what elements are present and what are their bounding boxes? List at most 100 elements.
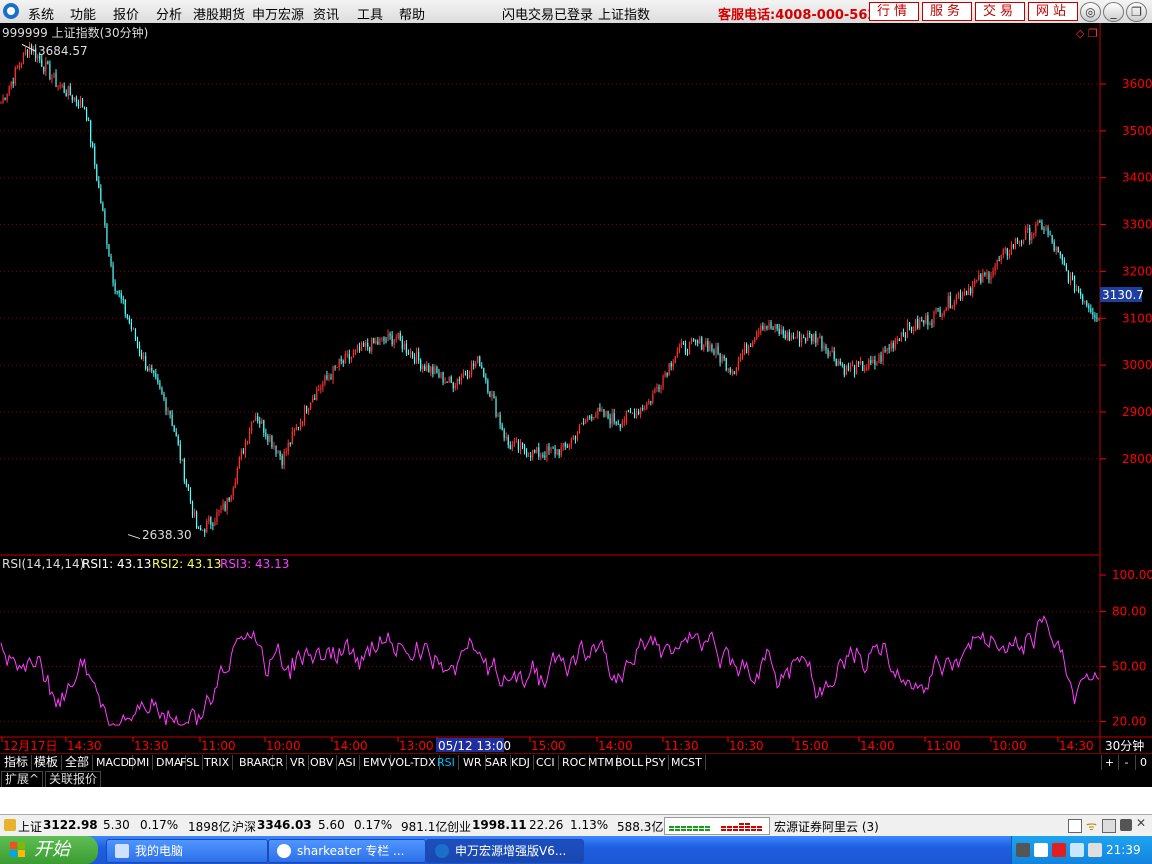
candle-body [1020, 241, 1023, 243]
candle-body [949, 296, 951, 309]
candle-body [892, 342, 894, 349]
candle-body [1088, 305, 1090, 309]
cy-price: 1998.11 [472, 818, 527, 832]
menu-hk-futures[interactable]: 港股期货 [193, 4, 245, 23]
menu-quote[interactable]: 报价 [113, 4, 139, 23]
candle-body [489, 391, 491, 397]
expand-tab[interactable]: 扩展^ [1, 771, 44, 788]
candle-body [240, 450, 242, 458]
indicator-tab-指标[interactable]: 指标 [1, 755, 33, 770]
lock-icon[interactable] [1102, 819, 1116, 833]
sh-change: 5.30 [103, 818, 130, 832]
chart-canvas[interactable]: 999999 上证指数(30分钟) ◇ ❐ 3684.57 2638.30 36… [0, 23, 1152, 753]
indicator-tab-sar[interactable]: SAR [482, 755, 512, 770]
menu-system[interactable]: 系统 [28, 4, 54, 23]
candle-body [562, 443, 564, 447]
keyboard-tray-icon[interactable] [1016, 843, 1030, 857]
minimize-icon[interactable]: _ [1103, 2, 1124, 22]
zoom-in-button[interactable]: + [1101, 755, 1117, 770]
indicator-tab-psy[interactable]: PSY [642, 755, 670, 770]
options-icon[interactable]: ◎ [1080, 2, 1101, 22]
candle-body [385, 340, 387, 342]
menu-tools[interactable]: 工具 [357, 4, 383, 23]
menu-analysis[interactable]: 分析 [156, 4, 182, 23]
candle-body [855, 361, 858, 375]
indicator-tab-全部[interactable]: 全部 [62, 755, 94, 770]
candle-body [193, 511, 196, 516]
candle-body [16, 67, 18, 69]
indicator-tab-obv[interactable]: OBV [307, 755, 338, 770]
menu-function[interactable]: 功能 [70, 4, 96, 23]
indicator-tab-rsi[interactable]: RSI [434, 755, 459, 770]
statusbar-close-icon[interactable]: ✕ [1136, 816, 1146, 830]
candle-body [1018, 241, 1021, 244]
service-button[interactable]: 服务 [922, 2, 972, 21]
candle-body [880, 354, 882, 362]
network-tray-icon[interactable] [1052, 843, 1066, 857]
candle-body [326, 375, 328, 379]
candle-body [446, 381, 448, 383]
candle-body [65, 92, 67, 97]
app-icon [435, 844, 449, 858]
cy-change: 22.26 [529, 818, 564, 832]
trade-button[interactable]: 交易 [975, 2, 1025, 21]
candle-body [874, 360, 876, 365]
related-quotes-tab[interactable]: 关联报价 [45, 771, 102, 788]
candle-body [603, 409, 605, 417]
indicator-tab-kdj[interactable]: KDJ [508, 755, 534, 770]
zoom-reset-button[interactable]: 0 [1135, 755, 1151, 770]
candle-body [195, 511, 198, 528]
volume-tray-icon[interactable] [1088, 843, 1102, 857]
menu-help[interactable]: 帮助 [399, 4, 425, 23]
task-swhy-app[interactable]: 申万宏源增强版V6... [426, 839, 584, 863]
website-button[interactable]: 网站 [1028, 2, 1078, 21]
panel-toggle-icon[interactable] [1068, 819, 1082, 833]
candle-body [839, 361, 841, 365]
quotes-button[interactable]: 行情 [869, 2, 919, 21]
candle-body [226, 498, 228, 511]
task-label: 申万宏源增强版V6... [455, 844, 567, 858]
app-logo-icon[interactable] [3, 3, 19, 19]
candle-body [259, 421, 261, 424]
candle-body [1059, 252, 1061, 255]
zoom-out-button[interactable]: - [1118, 755, 1134, 770]
antivirus-tray-icon[interactable] [1034, 843, 1048, 857]
candle-body [523, 445, 526, 452]
candle-body [772, 328, 774, 330]
task-browser[interactable]: sharkeater 专栏 ... [268, 839, 426, 863]
candle-body [448, 376, 450, 383]
signal-icon[interactable]: ᯤ [1086, 817, 1097, 834]
candle-body [159, 382, 161, 389]
indicator-tab-模板[interactable]: 模板 [31, 755, 63, 770]
candle-body [340, 359, 342, 362]
menu-swhy[interactable]: 申万宏源 [252, 4, 304, 23]
broker-server[interactable]: 宏源证券阿里云 (3) [774, 818, 879, 835]
indicator-tab-dmi[interactable]: DMI [125, 755, 154, 770]
indicator-tab-fsl[interactable]: FSL [177, 755, 204, 770]
indicator-tab-asi[interactable]: ASI [335, 755, 360, 770]
indicator-tab-vr[interactable]: VR [287, 755, 310, 770]
time-axis-label: 11:30 [664, 739, 699, 753]
time-axis-label: 15:00 [531, 739, 566, 753]
restore-icon[interactable]: ❐ [1126, 2, 1147, 22]
menu-info[interactable]: 资讯 [313, 4, 339, 23]
candle-body [108, 244, 110, 257]
candle-body [593, 417, 595, 419]
candle-body [831, 350, 833, 353]
task-my-computer[interactable]: 我的电脑 [106, 839, 268, 863]
candle-body [587, 416, 589, 421]
connection-tray-icon[interactable] [1070, 843, 1084, 857]
candle-body [436, 367, 438, 373]
candle-body [939, 309, 941, 317]
indicator-tab-mcst[interactable]: MCST [668, 755, 706, 770]
indicator-tab-cr[interactable]: CR [265, 755, 288, 770]
start-button[interactable]: 开始 [0, 836, 98, 864]
clock[interactable]: 21:39 [1106, 843, 1141, 857]
candle-body [45, 61, 47, 72]
chart-area[interactable]: 999999 上证指数(30分钟) ◇ ❐ 3684.57 2638.30 36… [0, 23, 1152, 753]
indicator-tab-vol-tdx[interactable]: VOL-TDX [385, 755, 440, 770]
candle-body [456, 379, 458, 386]
indicator-tab-cci[interactable]: CCI [533, 755, 559, 770]
indicator-tab-trix[interactable]: TRIX [201, 755, 234, 770]
keyboard-icon[interactable] [1120, 819, 1132, 831]
